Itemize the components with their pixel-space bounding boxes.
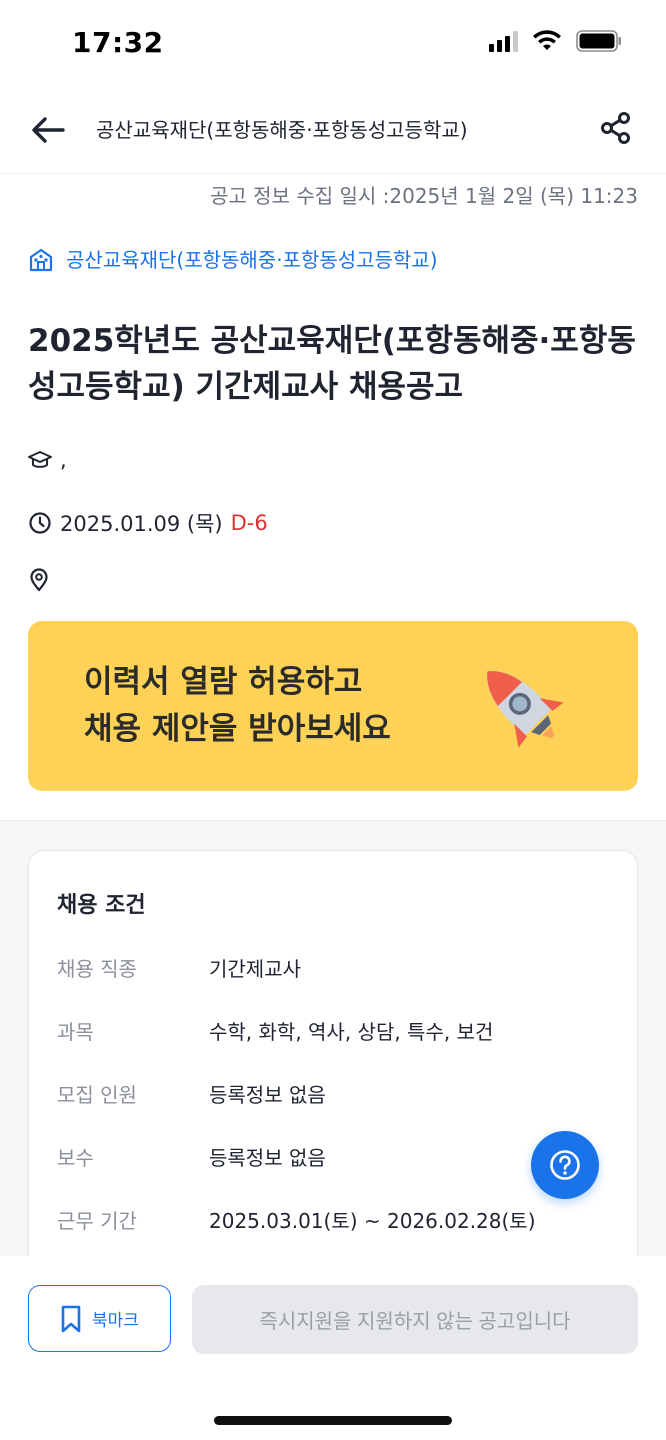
dday-badge: D-6: [230, 511, 268, 535]
condition-label: 근무 기간: [57, 1209, 137, 1233]
condition-label: 채용 직종: [57, 957, 137, 981]
organization-name: 공산교육재단(포항동해중·포항동성고등학교): [66, 248, 438, 272]
location-row: [28, 568, 58, 592]
condition-row: 과목 수학, 화학, 역사, 상담, 특수, 보건: [57, 1016, 493, 1045]
app-header: 공산교육재단(포항동해중·포항동성고등학교): [0, 88, 666, 174]
deadline-date: 2025.01.09 (목): [60, 512, 223, 536]
status-time: 17:32: [72, 26, 164, 59]
condition-label: 과목: [57, 1020, 94, 1044]
rocket-icon: [487, 671, 564, 748]
home-indicator: [214, 1416, 452, 1425]
condition-value: 수학, 화학, 역사, 상담, 특수, 보건: [209, 1020, 494, 1044]
banner-line-1: 이력서 열람 허용하고: [84, 664, 363, 700]
wifi-icon: [533, 30, 561, 50]
resume-promo-banner[interactable]: 이력서 열람 허용하고 채용 제안을 받아보세요: [28, 621, 638, 791]
back-button[interactable]: [26, 108, 70, 152]
condition-label: 모집 인원: [57, 1083, 137, 1107]
deadline-row: 2025.01.09 (목) D-6: [28, 508, 268, 538]
organization-link[interactable]: 공산교육재단(포항동해중·포항동성고등학교): [28, 244, 438, 273]
condition-value: 등록정보 없음: [209, 1083, 326, 1107]
share-button[interactable]: [594, 106, 638, 150]
arrow-left-icon: [32, 117, 65, 143]
collected-timestamp: 공고 정보 수집 일시 :2025년 1월 2일 (목) 11:23: [210, 184, 638, 208]
battery-icon: [576, 30, 621, 52]
conditions-title: 채용 조건: [57, 893, 146, 918]
bookmark-icon: [61, 1305, 81, 1332]
bookmark-label: 북마크: [92, 1311, 139, 1331]
conditions-card: 채용 조건 채용 직종 기간제교사 과목 수학, 화학, 역사, 상담, 특수,…: [28, 850, 638, 1270]
banner-line-2: 채용 제안을 받아보세요: [84, 711, 391, 747]
apply-button[interactable]: 즉시지원을 지원하지 않는 공고입니다: [192, 1285, 638, 1354]
bookmark-button[interactable]: 북마크: [28, 1285, 171, 1352]
status-icons: [489, 30, 622, 52]
condition-value: 기간제교사: [209, 957, 301, 981]
location-pin-icon: [30, 568, 48, 592]
condition-label: 보수: [57, 1146, 94, 1170]
condition-row: 모집 인원 등록정보 없음: [57, 1079, 326, 1108]
question-icon: [550, 1150, 580, 1180]
signal-icon: [489, 30, 518, 52]
education-row: ,: [28, 448, 67, 472]
help-button[interactable]: [531, 1131, 599, 1199]
condition-row: 근무 기간 2025.03.01(토) ~ 2026.02.28(토): [57, 1205, 536, 1234]
condition-value: 등록정보 없음: [209, 1146, 326, 1170]
condition-row: 보수 등록정보 없음: [57, 1142, 326, 1171]
building-icon: [29, 248, 53, 271]
graduation-cap-icon: [28, 451, 52, 468]
header-title: 공산교육재단(포항동해중·포항동성고등학교): [96, 118, 468, 142]
job-title: 2025학년도 공산교육재단(포항동해중·포항동성고등학교) 기간제교사 채용공…: [28, 323, 636, 405]
status-bar: 17:32: [0, 0, 666, 88]
bottom-action-bar: 북마크 즉시지원을 지원하지 않는 공고입니다: [0, 1256, 666, 1440]
share-icon: [601, 112, 630, 144]
education-text: ,: [60, 448, 67, 472]
clock-icon: [29, 512, 51, 534]
condition-value: 2025.03.01(토) ~ 2026.02.28(토): [209, 1209, 536, 1233]
condition-row: 채용 직종 기간제교사: [57, 953, 301, 982]
banner-text: 이력서 열람 허용하고 채용 제안을 받아보세요: [84, 659, 391, 753]
